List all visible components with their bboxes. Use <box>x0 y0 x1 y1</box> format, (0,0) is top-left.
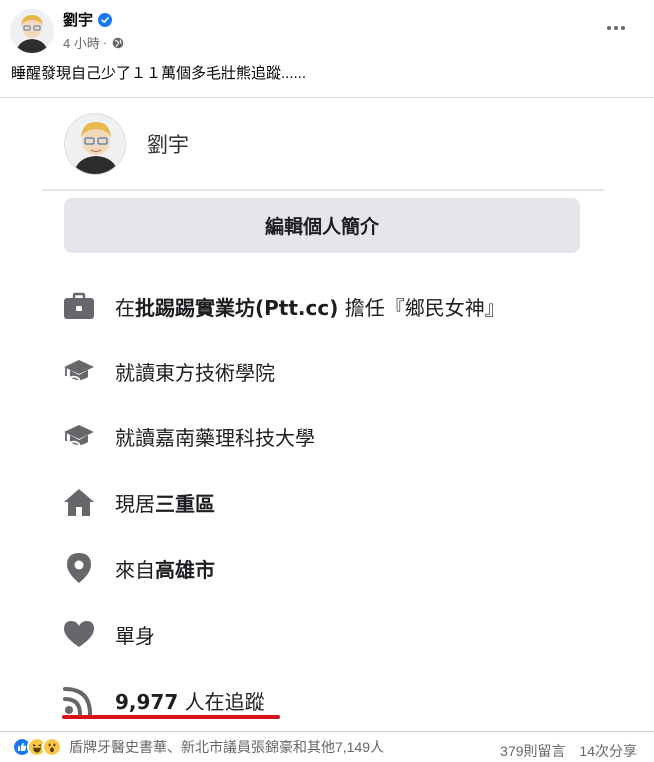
more-dot-icon <box>621 26 625 30</box>
rss-feed-icon <box>60 681 98 719</box>
graduation-cap-icon <box>60 417 98 455</box>
reaction-icons[interactable] <box>12 737 62 757</box>
more-dot-icon <box>607 26 611 30</box>
info-followers: 9,977 人在追蹤 <box>60 680 265 720</box>
author-avatar[interactable] <box>10 9 54 53</box>
work-prefix: 在 <box>115 295 135 320</box>
edit-bio-button: 編輯個人簡介 <box>64 198 580 253</box>
relationship-text: 單身 <box>115 623 155 648</box>
more-dot-icon <box>614 26 618 30</box>
work-text: 在批踢踢實業坊(Ptt.cc) 擔任『鄉民女神』 <box>115 292 505 321</box>
school-2-text: 就讀嘉南藥理科技大學 <box>115 425 315 450</box>
followers-count: 9,977 <box>115 689 179 714</box>
hometown-name: 高雄市 <box>155 557 215 582</box>
followers-suffix: 人在追蹤 <box>178 689 265 714</box>
wow-reaction-icon <box>42 737 62 757</box>
hometown-prefix: 來自 <box>115 557 155 582</box>
privacy-globe-icon[interactable] <box>112 37 124 49</box>
red-underline-annotation <box>62 715 280 719</box>
home-icon <box>60 483 98 521</box>
info-relationship: 單身 <box>60 614 155 654</box>
work-company: 批踢踢實業坊(Ptt.cc) <box>135 295 339 320</box>
briefcase-icon <box>60 287 98 325</box>
author-name-text[interactable]: 劉宇 <box>63 9 93 30</box>
location-pin-icon <box>60 549 98 587</box>
current-city-name: 三重區 <box>155 491 215 516</box>
divider <box>42 189 604 191</box>
info-school-1: 就讀東方技術學院 <box>60 351 275 391</box>
school-1-text: 就讀東方技術學院 <box>115 360 275 385</box>
info-hometown: 來自高雄市 <box>60 548 215 588</box>
graduation-cap-icon <box>60 352 98 390</box>
post-text: 睡醒發現自己少了１１萬個多毛壯熊追蹤...... <box>11 65 307 82</box>
info-current-city: 現居三重區 <box>60 482 215 522</box>
shares-count[interactable]: 14次分享 <box>579 743 637 759</box>
comments-count[interactable]: 379則留言 <box>500 743 565 759</box>
info-work: 在批踢踢實業坊(Ptt.cc) 擔任『鄉民女神』 <box>60 286 505 326</box>
post-image[interactable]: 劉宇 編輯個人簡介 在批踢踢實業坊(Ptt.cc) 擔任『鄉民女神』 就讀東方技… <box>0 97 654 731</box>
engagement-counts: 379則留言 14次分享 <box>500 741 637 761</box>
work-suffix: 擔任『鄉民女神』 <box>338 295 505 320</box>
post-time[interactable]: 4 小時 <box>63 33 100 52</box>
post-meta: 4 小時 · <box>63 33 124 52</box>
more-options-button[interactable] <box>600 14 632 42</box>
profile-avatar <box>64 113 126 175</box>
verified-badge-icon <box>98 12 113 27</box>
followers-text: 9,977 人在追蹤 <box>115 686 265 715</box>
profile-name: 劉宇 <box>147 133 189 157</box>
reaction-names[interactable]: 盾牌牙醫史書華、新北市議員張錦豪和其他7,149人 <box>69 737 384 757</box>
info-school-2: 就讀嘉南藥理科技大學 <box>60 416 315 456</box>
hometown-text: 來自高雄市 <box>115 554 215 583</box>
heart-icon <box>60 615 98 653</box>
reactions-bar: 盾牌牙醫史書華、新北市議員張錦豪和其他7,149人 379則留言 14次分享 <box>0 731 654 762</box>
current-city-text: 現居三重區 <box>115 488 215 517</box>
current-city-prefix: 現居 <box>115 491 155 516</box>
post-header: 劉宇 4 小時 · <box>0 0 654 60</box>
meta-dot: · <box>102 35 108 50</box>
author-name[interactable]: 劉宇 <box>63 9 113 30</box>
profile-row: 劉宇 <box>64 112 189 176</box>
